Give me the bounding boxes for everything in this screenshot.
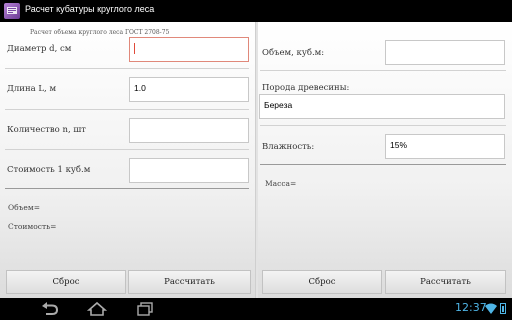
- panel-divider: [255, 22, 258, 298]
- separator: [5, 149, 249, 150]
- mass-result: Масса=: [265, 179, 297, 188]
- reset-button-right[interactable]: Сброс: [262, 270, 382, 294]
- form-subtitle: Расчет объема круглого леса ГОСТ 2708-75: [30, 29, 170, 36]
- main-content: Расчет объема круглого леса ГОСТ 2708-75…: [0, 22, 512, 298]
- length-input[interactable]: 1.0: [129, 77, 249, 102]
- cost-label: Стоимость 1 куб.м: [7, 165, 91, 175]
- wood-type-input[interactable]: Береза: [259, 94, 505, 119]
- status-clock: 12:37: [455, 301, 487, 314]
- diameter-label: Диаметр d, см: [7, 44, 72, 54]
- separator: [260, 164, 506, 165]
- calculate-button-right[interactable]: Рассчитать: [385, 270, 506, 294]
- separator: [260, 70, 506, 71]
- length-label: Длина L, м: [7, 84, 57, 94]
- volume-result: Объем=: [8, 203, 40, 212]
- humidity-input[interactable]: 15%: [385, 134, 505, 159]
- home-icon[interactable]: [86, 301, 108, 317]
- separator: [260, 125, 506, 126]
- count-input[interactable]: [129, 118, 249, 143]
- system-nav-bar: 12:37: [0, 298, 512, 320]
- app-icon: [4, 3, 20, 19]
- battery-icon: [500, 303, 506, 314]
- wood-label: Порода древесины:: [262, 83, 350, 93]
- app-title: Расчет кубатуры круглого леса: [25, 4, 155, 14]
- separator: [5, 109, 249, 110]
- volume-label: Объем, куб.м:: [262, 48, 325, 58]
- volume-input[interactable]: [385, 40, 505, 65]
- diameter-input[interactable]: [129, 37, 249, 62]
- cost-input[interactable]: [129, 158, 249, 183]
- wifi-icon: [485, 303, 497, 314]
- calculate-button[interactable]: Рассчитать: [128, 270, 251, 294]
- cost-result: Стоимость=: [8, 222, 57, 231]
- text-cursor: [134, 43, 135, 55]
- title-bar: Расчет кубатуры круглого леса: [0, 0, 512, 22]
- count-label: Количество n, шт: [7, 125, 86, 135]
- reset-button[interactable]: Сброс: [6, 270, 126, 294]
- back-icon[interactable]: [38, 301, 60, 317]
- separator: [5, 68, 249, 69]
- screen: Расчет кубатуры круглого леса Расчет объ…: [0, 0, 512, 320]
- humidity-label: Влажность:: [262, 142, 315, 152]
- separator: [5, 188, 249, 189]
- recent-apps-icon[interactable]: [134, 301, 156, 317]
